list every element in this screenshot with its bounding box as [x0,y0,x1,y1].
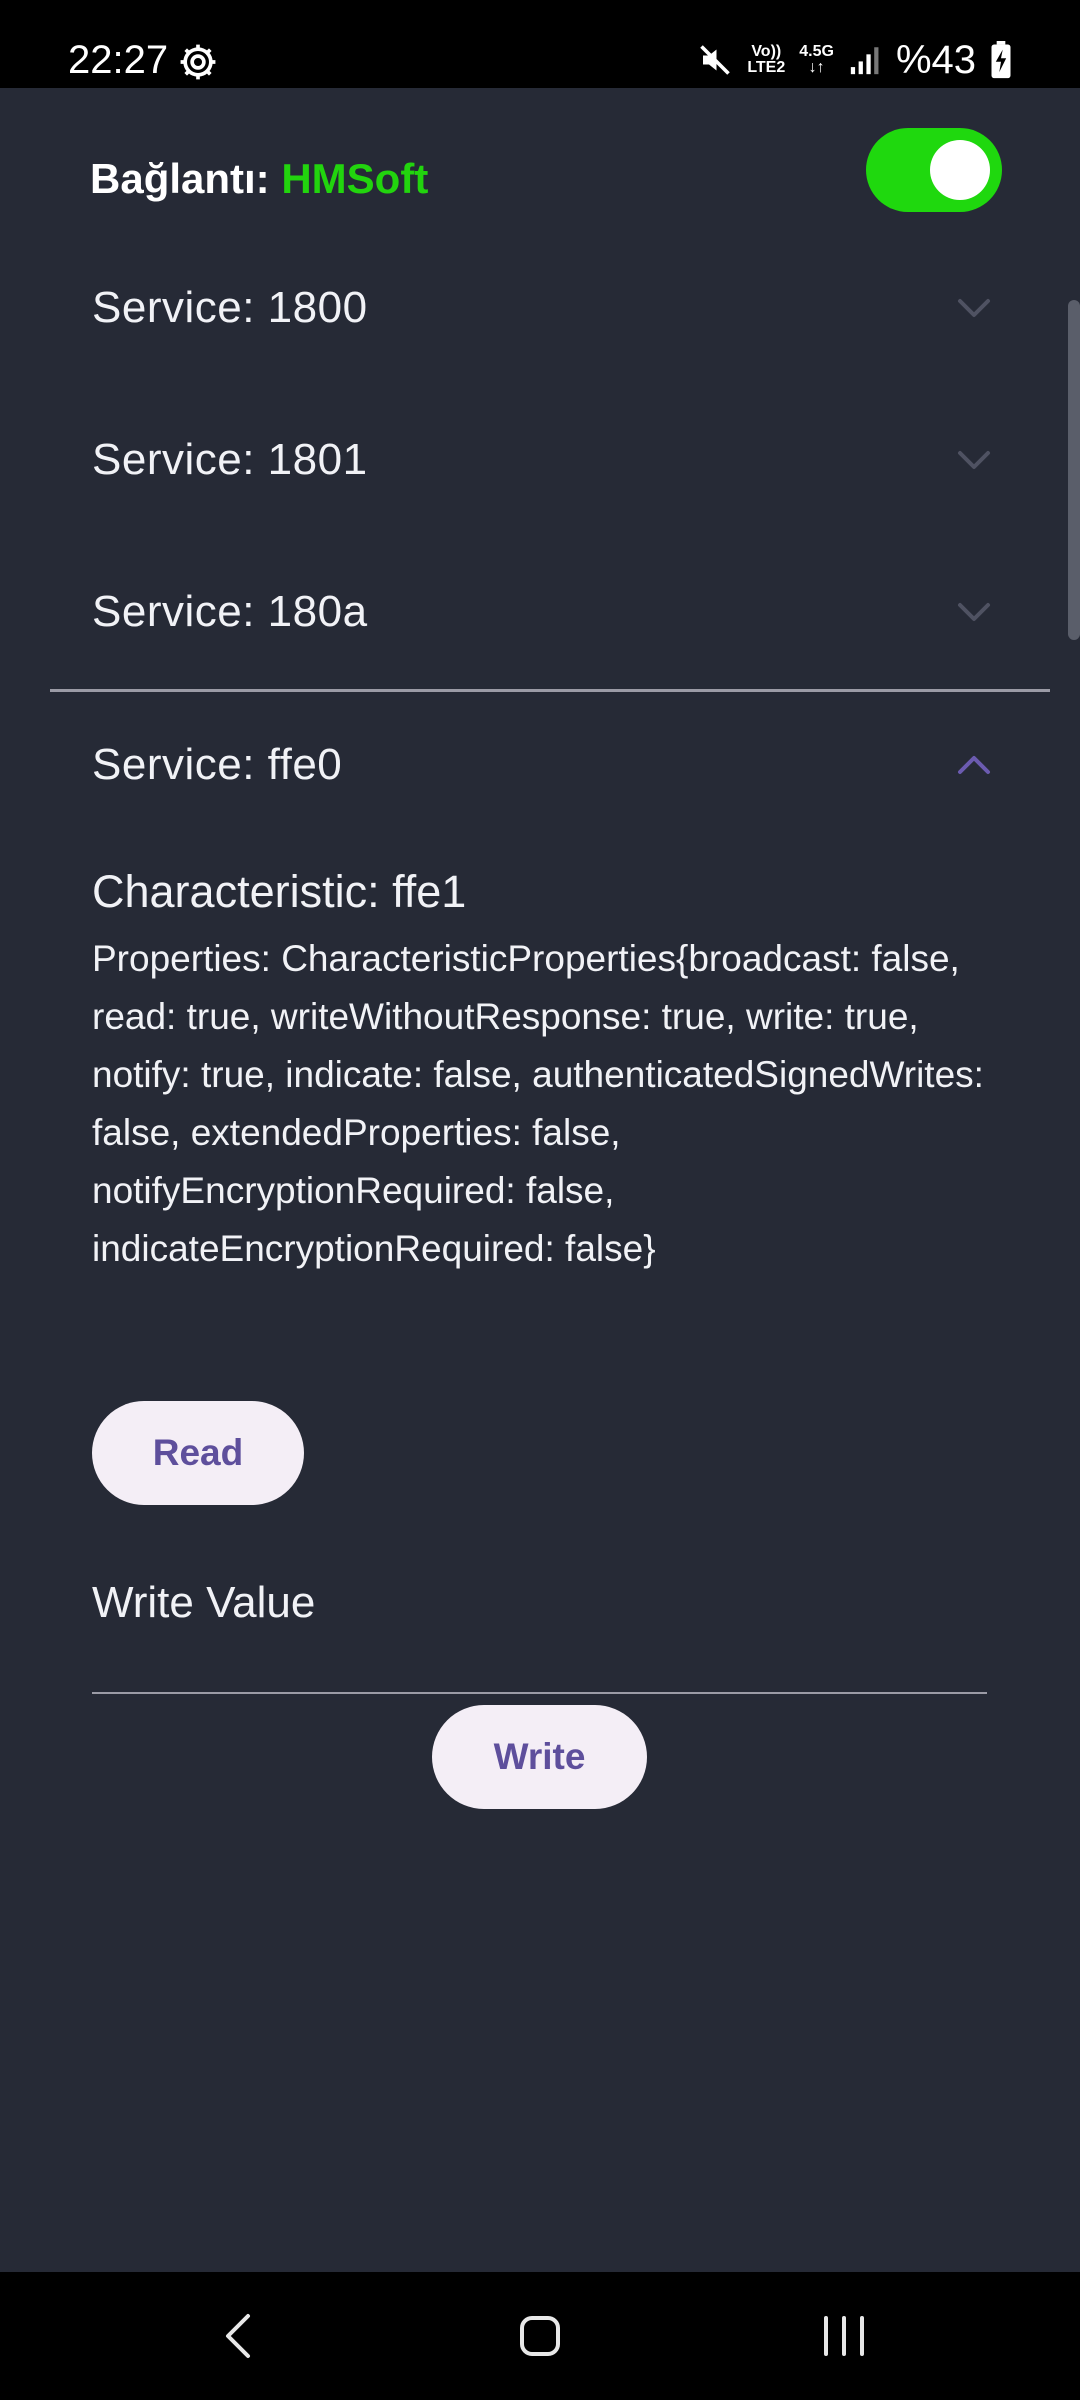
network-indicator: Vo)) LTE2 [747,43,786,76]
connection-toggle[interactable] [866,128,1002,212]
service-row-1800[interactable]: Service: 1800 [50,233,1050,383]
service-row-ffe0[interactable]: Service: ffe0 [50,690,1050,840]
toggle-knob [930,140,990,200]
back-icon[interactable] [200,2302,280,2370]
chevron-down-icon[interactable] [956,296,992,320]
chevron-down-icon[interactable] [956,448,992,472]
service-title: Service: 1800 [92,283,368,332]
service-row-1801[interactable]: Service: 1801 [50,385,1050,535]
service-title: Service: ffe0 [92,740,343,789]
write-input-underline [92,1692,987,1694]
home-icon[interactable] [500,2302,580,2370]
write-value-input[interactable]: Write Value [92,1578,315,1628]
write-button[interactable]: Write [432,1705,647,1809]
service-title: Service: 180a [92,587,368,636]
navigation-bar [0,2272,1080,2400]
status-bar: 22:27 Vo)) LTE2 4.5G ↓↑ %43 [0,0,1080,88]
characteristic-properties: Properties: CharacteristicProperties{bro… [92,938,984,1269]
gear-icon [180,44,216,80]
connection-prefix: Bağlantı: [90,155,282,202]
characteristic-title: Characteristic: ffe1 [92,866,467,917]
read-button[interactable]: Read [92,1401,304,1505]
service-title: Service: 1801 [92,435,368,484]
mute-icon [700,45,731,75]
status-icons: Vo)) LTE2 4.5G ↓↑ %43 [697,34,1012,86]
signal-icon [850,47,879,75]
service-row-180a[interactable]: Service: 180a [50,537,1050,687]
battery-percent: %43 [895,38,976,82]
battery-charging-icon [991,41,1011,79]
data-type-indicator: 4.5G ↓↑ [799,43,834,76]
connection-label: Bağlantı: HMSoft [90,155,428,203]
device-name: HMSoft [281,155,429,202]
recent-apps-icon[interactable] [804,2302,884,2370]
app-screen: 22:27 Vo)) LTE2 4.5G ↓↑ %43 Bağlantı: HM… [0,0,1080,2400]
status-time: 22:27 [68,38,169,82]
chevron-down-icon[interactable] [956,600,992,624]
chevron-up-icon[interactable] [956,753,992,777]
scrollbar[interactable] [1068,300,1080,640]
